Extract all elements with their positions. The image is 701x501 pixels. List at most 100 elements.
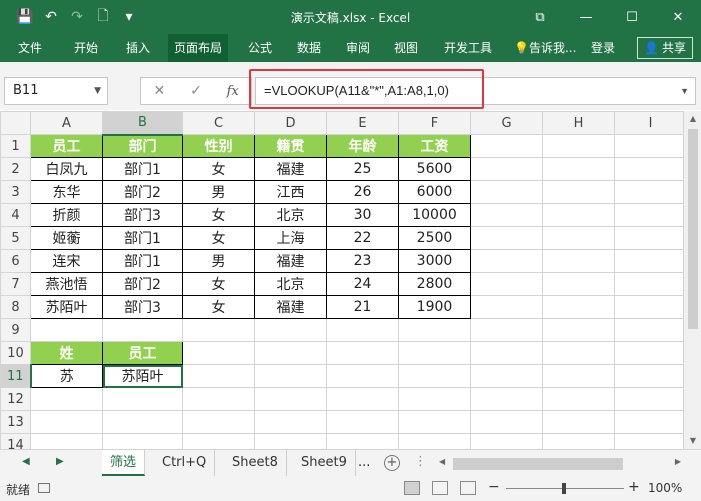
row-header[interactable]: 12	[0, 387, 31, 411]
cell[interactable]: 男	[182, 249, 255, 273]
cell[interactable]	[326, 364, 399, 388]
cell[interactable]	[614, 226, 687, 250]
formula-input[interactable]: =VLOOKUP(A11&"*",A1:A8,1,0) ▼	[255, 77, 696, 105]
row-header[interactable]: 6	[0, 249, 31, 273]
cell[interactable]	[470, 295, 543, 319]
ribbon-display-options-icon[interactable]: ⧉	[517, 0, 563, 34]
cell[interactable]	[470, 180, 543, 204]
cell[interactable]: 性别	[182, 134, 255, 158]
row-header[interactable]: 1	[0, 134, 31, 158]
tell-me-search[interactable]: 💡告诉我...	[508, 34, 582, 62]
cell[interactable]	[326, 341, 399, 365]
cell[interactable]	[398, 318, 471, 342]
cell[interactable]	[254, 410, 327, 434]
cell[interactable]	[398, 364, 471, 388]
cell[interactable]	[30, 387, 103, 411]
cell[interactable]: 部门3	[102, 203, 183, 227]
cell[interactable]: 25	[326, 157, 399, 181]
cell[interactable]: 福建	[254, 295, 327, 319]
cell[interactable]	[542, 157, 615, 181]
cell[interactable]	[542, 364, 615, 388]
cell[interactable]	[614, 134, 687, 158]
tab-formulas[interactable]: 公式	[242, 34, 278, 62]
minimize-button[interactable]: —	[563, 0, 609, 34]
cell[interactable]: 3000	[398, 249, 471, 273]
cell[interactable]: 部门1	[102, 157, 183, 181]
cell[interactable]	[102, 387, 183, 411]
cell[interactable]: 员工	[102, 341, 183, 365]
share-button[interactable]: 👤 共享	[637, 37, 693, 59]
cell[interactable]	[326, 387, 399, 411]
cell[interactable]	[102, 318, 183, 342]
cell[interactable]	[614, 157, 687, 181]
select-all-corner[interactable]	[0, 111, 31, 135]
cell[interactable]: 苏陌叶	[102, 364, 183, 388]
cell[interactable]	[398, 341, 471, 365]
row-header[interactable]: 7	[0, 272, 31, 296]
column-header[interactable]: H	[542, 111, 615, 135]
cell[interactable]	[30, 433, 103, 449]
save-icon[interactable]: 💾	[14, 7, 36, 27]
cell[interactable]	[102, 410, 183, 434]
cell[interactable]	[614, 387, 687, 411]
sheet-tab-filter[interactable]: 筛选	[102, 450, 146, 476]
scroll-right-icon[interactable]: ▶	[675, 457, 681, 466]
cell[interactable]: 女	[182, 226, 255, 250]
cell[interactable]	[470, 203, 543, 227]
cell[interactable]: 姓	[30, 341, 103, 365]
column-header[interactable]: G	[470, 111, 543, 135]
cell[interactable]: 女	[182, 203, 255, 227]
cell[interactable]: 24	[326, 272, 399, 296]
tab-data[interactable]: 数据	[291, 34, 327, 62]
cell[interactable]	[542, 318, 615, 342]
sheet-nav-prev-icon[interactable]: ◀	[22, 456, 30, 467]
cell[interactable]	[542, 180, 615, 204]
tab-review[interactable]: 审阅	[340, 34, 376, 62]
cell[interactable]	[614, 364, 687, 388]
cell[interactable]	[30, 410, 103, 434]
close-button[interactable]: ✕	[655, 0, 701, 34]
more-sheets-button[interactable]: ...	[358, 450, 370, 476]
cell[interactable]	[470, 249, 543, 273]
row-header[interactable]: 3	[0, 180, 31, 204]
cell[interactable]	[542, 272, 615, 296]
cell[interactable]: 22	[326, 226, 399, 250]
cell[interactable]: 1900	[398, 295, 471, 319]
cell[interactable]	[542, 249, 615, 273]
horizontal-scrollbar[interactable]: ◀ ▶	[437, 457, 683, 470]
cell[interactable]: 员工	[30, 134, 103, 158]
cell[interactable]	[326, 318, 399, 342]
cell[interactable]	[398, 410, 471, 434]
column-header[interactable]: D	[254, 111, 327, 135]
row-header[interactable]: 5	[0, 226, 31, 250]
normal-view-icon[interactable]	[404, 481, 420, 495]
cell[interactable]	[614, 295, 687, 319]
sheet-tab-sheet9[interactable]: Sheet9	[293, 450, 356, 476]
cell[interactable]	[614, 249, 687, 273]
row-header[interactable]: 11	[0, 364, 32, 388]
page-layout-view-icon[interactable]	[432, 481, 448, 495]
row-header[interactable]: 13	[0, 410, 31, 434]
cell[interactable]: 江西	[254, 180, 327, 204]
cell[interactable]: 连宋	[30, 249, 103, 273]
cell[interactable]	[470, 272, 543, 296]
cell[interactable]: 23	[326, 249, 399, 273]
cell[interactable]	[254, 364, 327, 388]
cell[interactable]	[254, 433, 327, 449]
cell[interactable]: 女	[182, 272, 255, 296]
cell[interactable]: 部门3	[102, 295, 183, 319]
cell[interactable]: 6000	[398, 180, 471, 204]
cell[interactable]	[614, 272, 687, 296]
page-break-view-icon[interactable]	[460, 481, 476, 495]
cell[interactable]	[614, 433, 687, 449]
cell[interactable]	[470, 318, 543, 342]
cell[interactable]	[470, 157, 543, 181]
cell[interactable]	[326, 433, 399, 449]
cell[interactable]	[182, 341, 255, 365]
cell[interactable]	[254, 387, 327, 411]
tab-page-layout[interactable]: 页面布局	[168, 34, 229, 62]
scroll-down-icon[interactable]: ▼	[684, 433, 701, 449]
cell[interactable]: 21	[326, 295, 399, 319]
cell[interactable]: 5600	[398, 157, 471, 181]
cell[interactable]: 工资	[398, 134, 471, 158]
